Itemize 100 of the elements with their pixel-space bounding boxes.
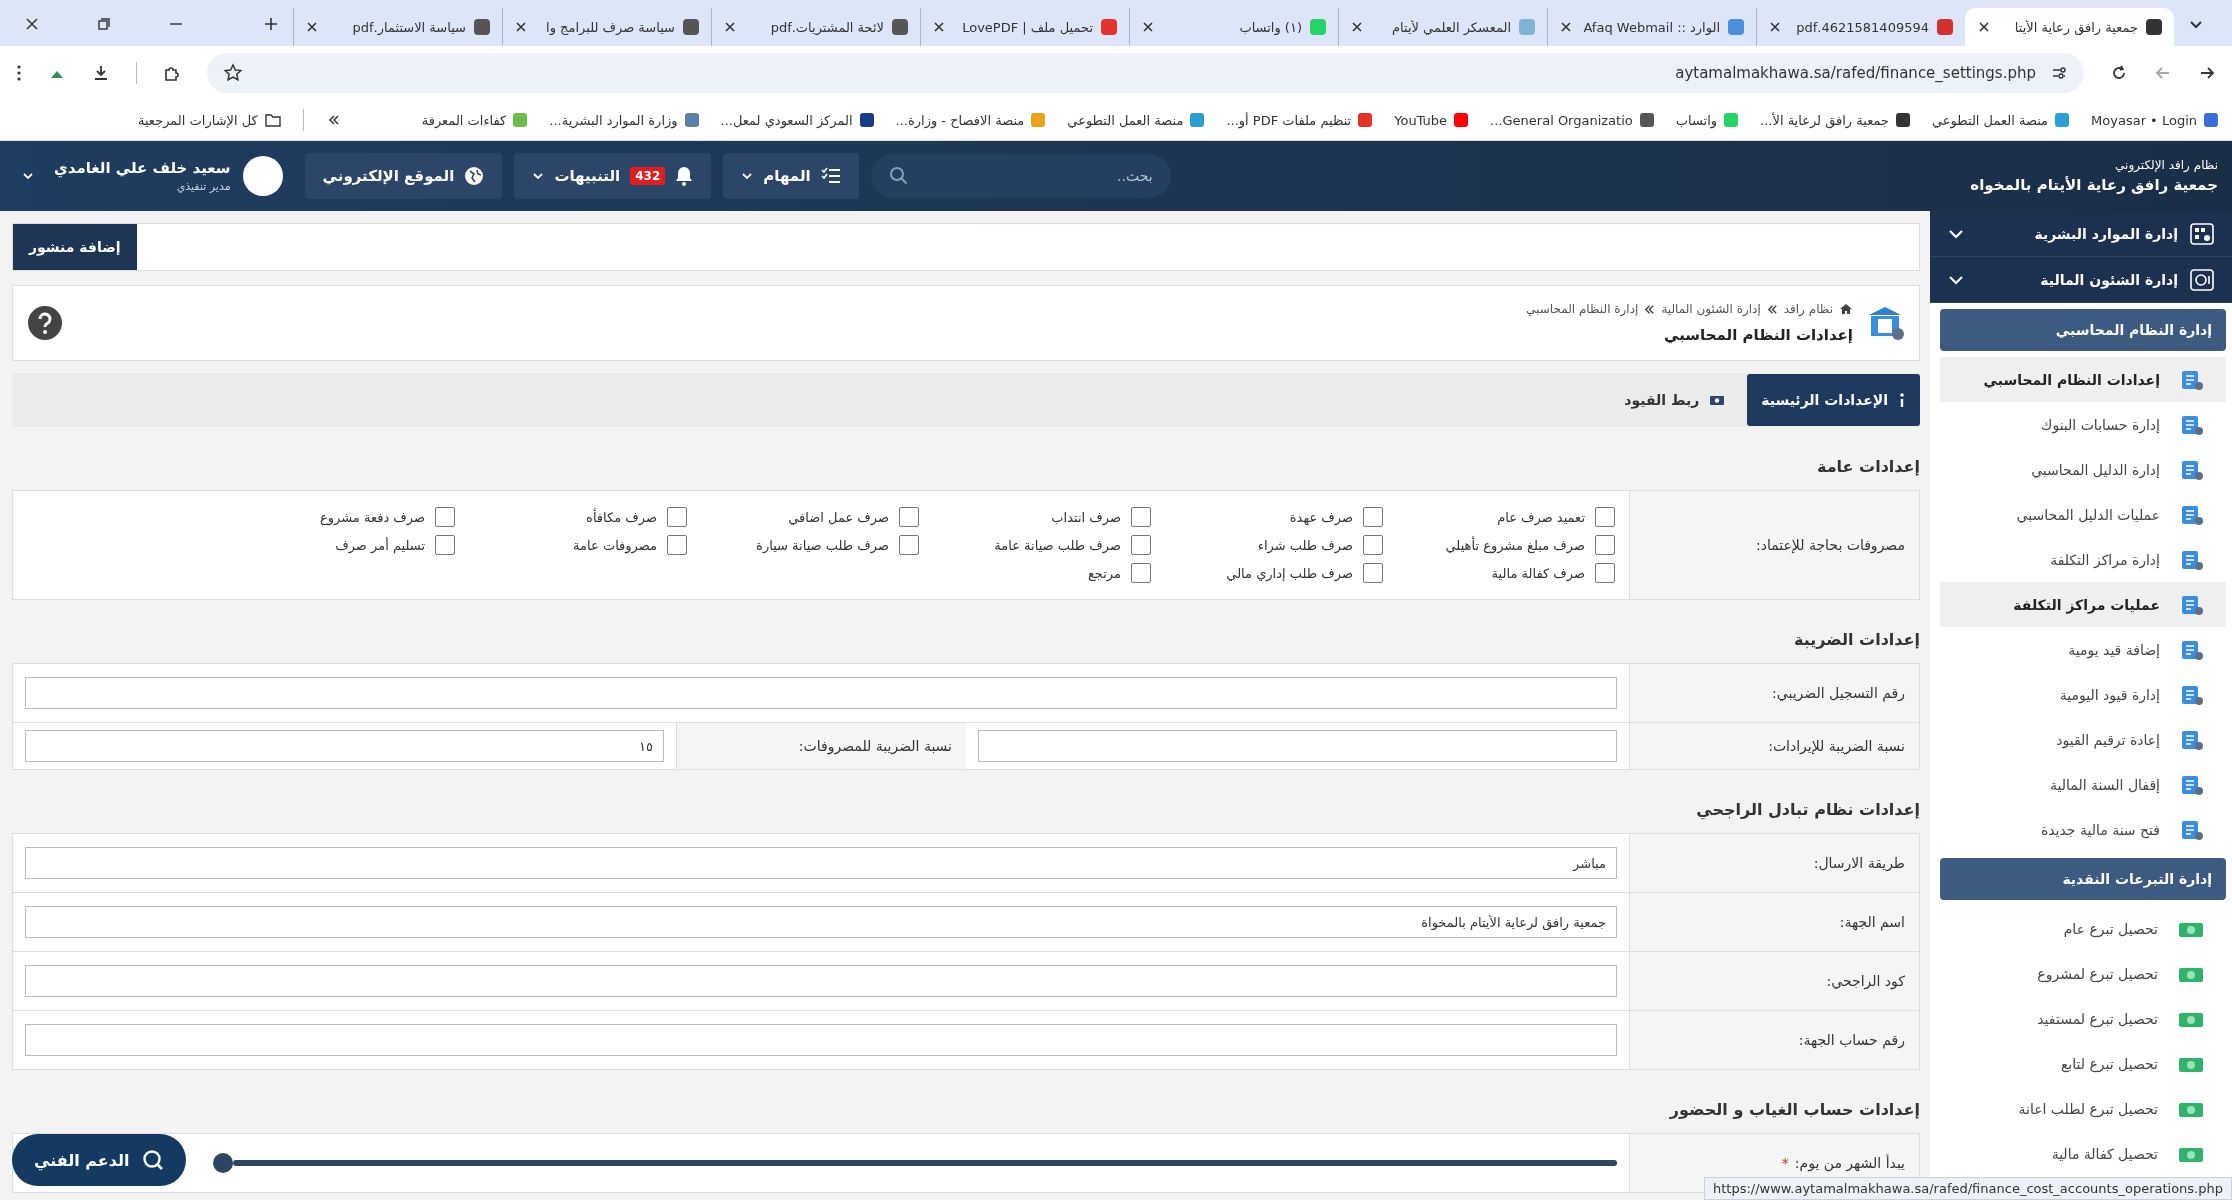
- menu-item[interactable]: عمليات مراكز التكلفة: [1940, 582, 2226, 627]
- bookmark[interactable]: كل الإشارات المرجعية: [137, 112, 281, 128]
- menu-item[interactable]: إدارة مراكز التكلفة: [1940, 537, 2226, 582]
- search-field[interactable]: بحث..: [870, 154, 1171, 198]
- caret-icon[interactable]: [22, 170, 34, 182]
- star-icon[interactable]: [223, 63, 243, 83]
- input-field[interactable]: [978, 730, 1617, 762]
- checkbox[interactable]: [1595, 535, 1615, 555]
- ledger-icon: [2180, 638, 2204, 661]
- menu-item[interactable]: إدارة الدليل المحاسبي: [1940, 447, 2226, 492]
- address-bar[interactable]: aytamalmakhawa.sa/rafed/finance_settings.php: [207, 53, 2084, 93]
- banknote-icon: [1709, 394, 1726, 406]
- input-field[interactable]: [25, 965, 1617, 997]
- breadcrumb-link[interactable]: نظام رافد: [1783, 302, 1833, 316]
- bookmark[interactable]: General Organizatio...: [1490, 112, 1654, 128]
- checkbox[interactable]: [435, 535, 455, 555]
- input-field[interactable]: [25, 1024, 1617, 1056]
- checkbox[interactable]: [1131, 563, 1151, 583]
- close-icon[interactable]: [1351, 21, 1363, 33]
- checkbox[interactable]: [1363, 507, 1383, 527]
- support-button[interactable]: الدعم الفني: [12, 1134, 186, 1186]
- tab[interactable]: الإعدادات الرئيسية: [1747, 374, 1920, 426]
- checkbox[interactable]: [1131, 507, 1151, 527]
- info-icon: [1898, 392, 1906, 408]
- close-icon[interactable]: [1142, 21, 1154, 33]
- add-post-button[interactable]: إضافة منشور: [13, 224, 137, 270]
- menu-icon[interactable]: [16, 64, 22, 82]
- reload-icon[interactable]: [2110, 64, 2128, 82]
- slider-thumb[interactable]: [213, 1153, 233, 1173]
- checkbox[interactable]: [435, 507, 455, 527]
- close-icon[interactable]: [24, 16, 40, 32]
- user-role: مدير تنفيذي: [176, 180, 231, 193]
- breadcrumb-link[interactable]: إدارة الشئون المالية: [1661, 302, 1761, 316]
- menu-item[interactable]: فتح سنة مالية جديدة: [1940, 807, 2226, 852]
- close-icon[interactable]: [306, 21, 318, 33]
- menu-item[interactable]: عمليات الدليل المحاسبي: [1940, 492, 2226, 537]
- bookmark[interactable]: جمعية رافق لرعاية الأ...: [1760, 112, 1910, 128]
- menu-item[interactable]: إضافة قيد يومية: [1940, 627, 2226, 672]
- input-field[interactable]: جمعية رافق لرعاية الأيتام بالمخواة: [25, 906, 1617, 938]
- site-settings-icon[interactable]: [2050, 64, 2068, 82]
- section-title: إعدادات نظام تبادل الراجحي: [1695, 799, 1920, 822]
- menu-item[interactable]: تحصيل كفالة مالية: [1940, 1131, 2226, 1176]
- bookmark[interactable]: تنظيم ملفات PDF أو...: [1226, 112, 1373, 128]
- bookmark[interactable]: المركز السعودي لمعل...: [720, 112, 874, 128]
- menu-item[interactable]: إعادة ترقيم القيود: [1940, 717, 2226, 762]
- menu-item[interactable]: إقفال السنة المالية: [1940, 762, 2226, 807]
- checkbox[interactable]: [899, 535, 919, 555]
- close-icon[interactable]: [724, 21, 736, 33]
- breadcrumb-link[interactable]: إدارة النظام المحاسبي: [1526, 302, 1639, 316]
- tasks-button[interactable]: المهام: [723, 153, 859, 199]
- download-icon[interactable]: [92, 64, 110, 82]
- close-icon[interactable]: [933, 21, 945, 33]
- bookmark[interactable]: منصة الافصاح - وزارة...: [895, 112, 1046, 128]
- checkbox[interactable]: [1595, 563, 1615, 583]
- checkbox[interactable]: [1363, 563, 1383, 583]
- checkbox[interactable]: [667, 507, 687, 527]
- slider[interactable]: [213, 1153, 1617, 1173]
- checkbox[interactable]: [1363, 535, 1383, 555]
- field-label: يبدأ الشهر من يوم:: [1794, 1155, 1905, 1171]
- user-name: سعيد خلف علي الغامدي: [54, 159, 231, 177]
- menu-group[interactable]: إدارة الشئون المالية: [1930, 257, 2232, 303]
- menu-item[interactable]: إعدادات النظام المحاسبي: [1940, 357, 2226, 402]
- section-header[interactable]: إدارة التبرعات النقدية: [1940, 858, 2226, 900]
- menu-group[interactable]: إدارة الموارد البشرية: [1930, 211, 2232, 257]
- close-icon[interactable]: [1560, 21, 1572, 33]
- puzzle-icon[interactable]: [163, 64, 181, 82]
- menu-item[interactable]: تحصيل تبرع لطلب اعانة: [1940, 1086, 2226, 1131]
- website-button[interactable]: الموقع الإلكتروني: [304, 153, 503, 199]
- bookmark[interactable]: وزارة الموارد البشرية...: [549, 112, 699, 128]
- input-field[interactable]: مباشر: [25, 847, 1617, 879]
- checkbox[interactable]: [899, 507, 919, 527]
- section-header[interactable]: إدارة النظام المحاسبي: [1940, 309, 2226, 351]
- close-icon[interactable]: [515, 21, 527, 33]
- menu-item[interactable]: تحصيل تبرع لمشروع: [1940, 951, 2226, 996]
- menu-item[interactable]: تحصيل تبرع عام: [1940, 906, 2226, 951]
- tab[interactable]: ربط القيود: [1610, 374, 1740, 426]
- avatar[interactable]: [242, 156, 283, 196]
- checkbox[interactable]: [667, 535, 687, 555]
- checkbox[interactable]: [1595, 507, 1615, 527]
- help-icon[interactable]: [27, 305, 63, 341]
- restore-icon[interactable]: [96, 16, 112, 32]
- bookmark[interactable]: منصة العمل التطوعي: [1932, 112, 2070, 128]
- menu-item[interactable]: تحصيل تبرع لمستفيد: [1940, 996, 2226, 1041]
- browser-tab[interactable]: جمعية رافق رعاية الأيتا: [1965, 8, 2174, 46]
- close-icon[interactable]: [1769, 21, 1781, 33]
- bookmark[interactable]: واتساب: [1675, 112, 1739, 128]
- organization-name: جمعية رافق رعاية الأيتام بالمخواه: [1970, 176, 2218, 194]
- input-field[interactable]: ١٥: [25, 730, 664, 762]
- bookmark[interactable]: Moyasar • Login: [2091, 112, 2218, 128]
- bookmark[interactable]: كفاءات المعرفة: [421, 112, 528, 128]
- close-icon[interactable]: [1978, 21, 1990, 33]
- menu-item[interactable]: تحصيل تبرع لتابع: [1940, 1041, 2226, 1086]
- menu-item[interactable]: إدارة حسابات البنوك: [1940, 402, 2226, 447]
- menu-item[interactable]: إدارة قيود اليومية: [1940, 672, 2226, 717]
- bookmark[interactable]: منصة العمل التطوعي: [1067, 112, 1205, 128]
- plus-icon[interactable]: [263, 16, 279, 32]
- url-text: aytamalmakhawa.sa/rafed/finance_settings.php: [1675, 64, 2036, 82]
- bookmark[interactable]: YouTube: [1394, 112, 1469, 128]
- input-field[interactable]: [25, 677, 1617, 709]
- checkbox[interactable]: [1131, 535, 1151, 555]
